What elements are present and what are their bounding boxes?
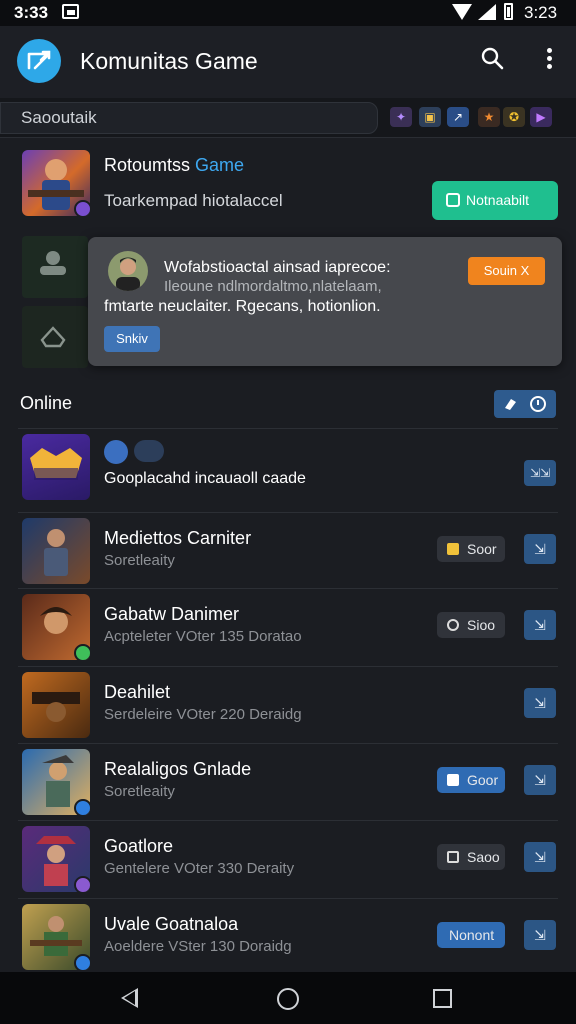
recent-apps-icon[interactable] — [433, 989, 452, 1008]
flag-icon — [447, 543, 459, 555]
signal-icon — [478, 4, 496, 20]
game-thumbnail — [22, 518, 90, 584]
row-action-button[interactable]: ⇲⇲ — [524, 460, 556, 486]
app-bar: Komunitas Game — [0, 26, 576, 98]
game-meta: Acpteleter VOter 135 Doratao — [104, 628, 302, 645]
status-badge: Nonont — [437, 922, 505, 948]
featured-game-thumbnail — [22, 150, 90, 216]
page-title: Komunitas Game — [80, 48, 258, 74]
game-name: Realaligos Gnlade — [104, 759, 252, 779]
verified-badge-icon — [74, 200, 90, 216]
game-thumbnail — [22, 672, 90, 738]
online-featured-row[interactable]: Gooplacahd incauaoll caade ⇲⇲ — [0, 430, 576, 512]
list-item[interactable]: Uvale Goatnaloa Aoeldere VSter 130 Dorai… — [0, 898, 576, 974]
side-card-home[interactable] — [22, 306, 88, 368]
toast-detail: Ileoune ndlmordaltmo,nlatelaam, — [164, 278, 382, 295]
online-section-header: Online — [0, 386, 576, 426]
status-badge: Saoo — [437, 844, 505, 870]
notify-icon — [446, 193, 460, 207]
filter-bar: ✦ ▣ ↗ ★ ✪ ▶ — [0, 98, 576, 138]
section-title: Online — [20, 393, 73, 413]
search-icon — [447, 619, 459, 631]
wifi-icon — [452, 4, 472, 20]
arrow-icon — [447, 774, 459, 786]
side-card-profile[interactable] — [22, 236, 88, 298]
game-thumbnail — [22, 904, 90, 970]
search-input[interactable] — [0, 102, 378, 134]
filter-toggle-button[interactable] — [494, 390, 556, 418]
game-meta: Serdeleire VOter 220 Deraidg — [104, 706, 302, 723]
more-options-icon[interactable] — [538, 46, 560, 72]
game-name: Goatlore — [104, 836, 174, 856]
toast-message: fmtarte neuclaiter. Rgecans, hotionlion. — [104, 298, 381, 315]
toast-title: Wofabstioactal ainsad iaprecoe: — [164, 259, 391, 276]
game-thumbnail — [22, 594, 90, 660]
list-item[interactable]: Deahilet Serdeleire VOter 220 Deraidg ⇲ — [0, 666, 576, 742]
row-action-button[interactable]: ⇲ — [524, 610, 556, 640]
status-badge: Goor — [437, 767, 505, 793]
notification-toast[interactable]: Wofabstioactal ainsad iaprecoe: Ileoune … — [88, 237, 562, 366]
row-action-button[interactable]: ⇲ — [524, 534, 556, 564]
notify-button[interactable]: Notnaabilt — [432, 181, 558, 220]
status-bar: 3:33 3:23 — [0, 0, 576, 26]
list-item[interactable]: Realaligos Gnlade Soretleaity Goor ⇲ — [0, 743, 576, 819]
game-meta: Soretleaity — [104, 783, 175, 800]
row-action-button[interactable]: ⇲ — [524, 920, 556, 950]
divider — [18, 428, 558, 429]
list-item[interactable]: Mediettos Carniter Soretleaity Soor ⇲ — [0, 512, 576, 588]
key-icon — [447, 851, 459, 863]
game-name: Mediettos Carniter — [104, 528, 252, 548]
game-meta: Aoeldere VSter 130 Doraidg — [104, 938, 292, 955]
online-row-text: Gooplacahd incauaoll caade — [104, 470, 306, 487]
verified-badge-icon — [74, 954, 90, 970]
toast-action-button[interactable]: Souin X — [468, 257, 545, 285]
game-thumbnail — [22, 826, 90, 892]
list-item[interactable]: Gabatw Danimer Acpteleter VOter 135 Dora… — [0, 588, 576, 664]
featured-subtitle: Toarkempad hiotalaccel — [104, 191, 283, 210]
game-name: Gabatw Danimer — [104, 604, 240, 624]
system-nav-bar — [0, 972, 576, 1024]
game-name: Uvale Goatnaloa — [104, 914, 239, 934]
gallery-icon — [62, 4, 79, 19]
featured-title: Rotoumtss Game — [104, 155, 245, 175]
status-time: 3:33 — [14, 3, 49, 22]
star-icon[interactable]: ★ — [478, 107, 500, 127]
lock-icon[interactable]: ▣ — [419, 107, 441, 127]
row-action-button[interactable]: ⇲ — [524, 842, 556, 872]
list-item[interactable]: Goatlore Gentelere VOter 330 Deraity Sao… — [0, 820, 576, 896]
row-action-button[interactable]: ⇲ — [524, 688, 556, 718]
verified-badge-icon — [74, 799, 90, 815]
search-icon[interactable] — [480, 46, 506, 72]
status-badge: Sioo — [437, 612, 505, 638]
puzzle-icon[interactable]: ✦ — [390, 107, 412, 127]
featured-game[interactable]: Rotoumtss Game Toarkempad hiotalaccel No… — [0, 140, 576, 230]
badge-icon[interactable]: ✪ — [503, 107, 525, 127]
avatar — [108, 251, 148, 291]
verified-badge-icon — [74, 876, 90, 892]
back-icon[interactable] — [121, 988, 138, 1008]
status-badge: Soor — [437, 536, 505, 562]
game-name: Deahilet — [104, 682, 171, 702]
game-meta: Gentelere VOter 330 Deraity — [104, 860, 295, 877]
battery-icon — [504, 3, 513, 20]
app-logo-icon — [17, 39, 61, 83]
arrow-tag-icon[interactable]: ↗ — [447, 107, 469, 127]
chat-bubble-icon[interactable] — [134, 440, 164, 462]
row-action-button[interactable]: ⇲ — [524, 765, 556, 795]
home-icon[interactable] — [277, 988, 299, 1010]
online-badge-icon — [74, 644, 90, 660]
game-thumbnail — [22, 749, 90, 815]
edit-icon[interactable] — [104, 440, 128, 464]
toast-show-button[interactable]: Snkiv — [104, 326, 160, 352]
game-meta: Soretleaity — [104, 552, 175, 569]
play-icon[interactable]: ▶ — [530, 107, 552, 127]
game-thumbnail — [22, 434, 90, 500]
side-cards — [22, 236, 88, 370]
status-clock: 3:23 — [524, 3, 558, 22]
